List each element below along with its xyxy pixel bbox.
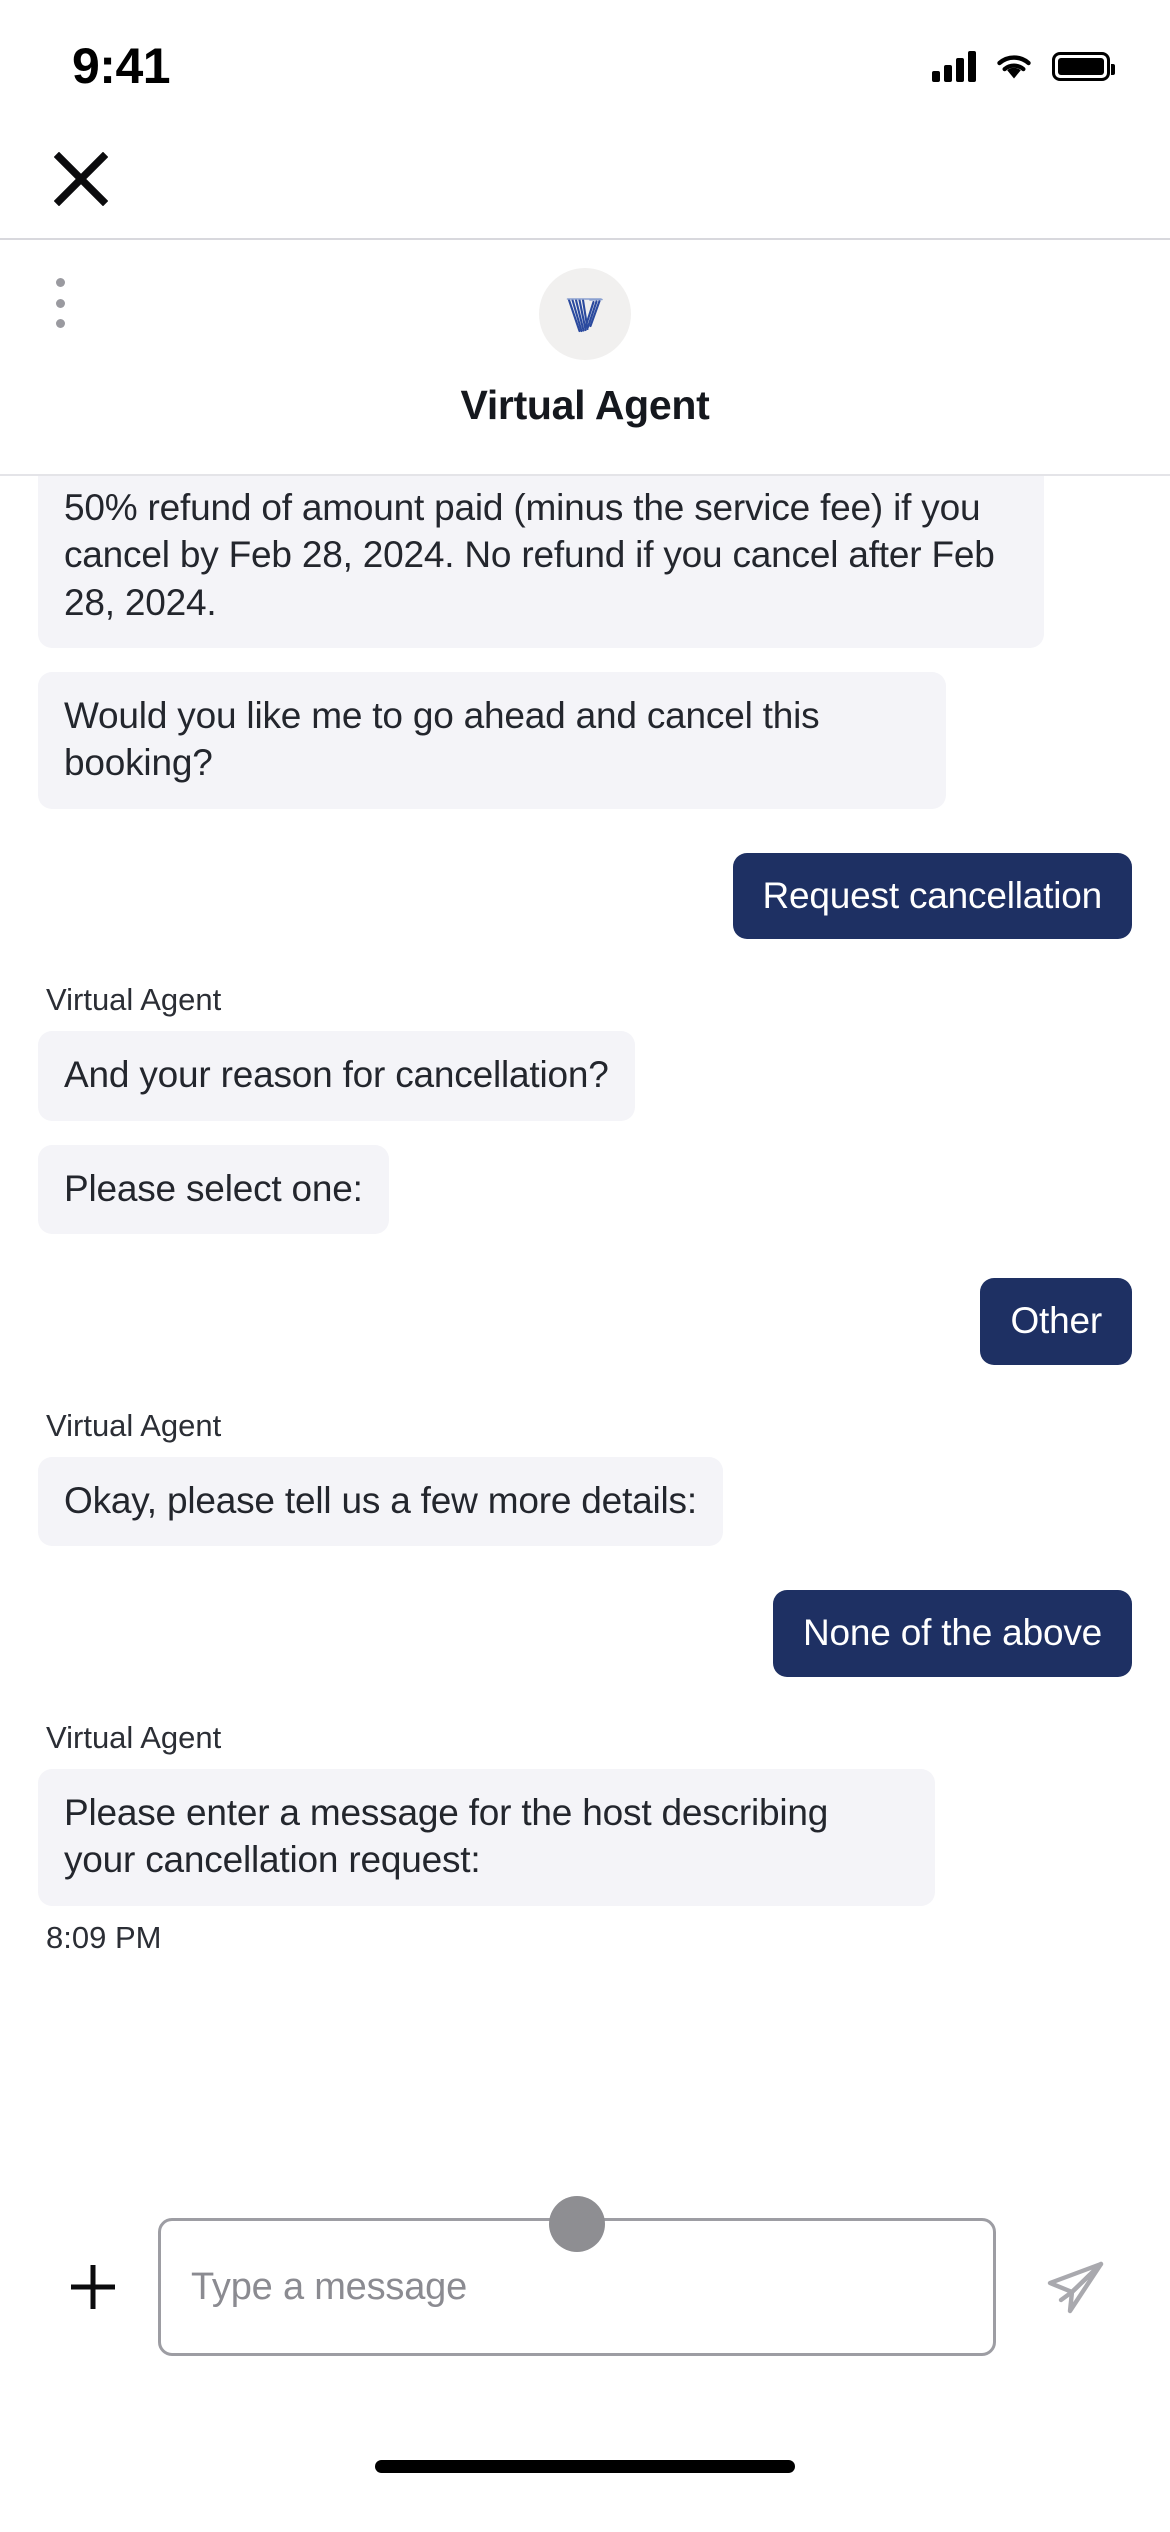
page-title: Virtual Agent [460,382,710,428]
agent-message-bubble: Would you like me to go ahead and cancel… [38,672,947,809]
chat-thread[interactable]: 50% refund of amount paid (minus the ser… [0,476,1170,2162]
sender-label-row: Virtual Agent [38,1719,1132,1755]
home-indicator-bar [375,2460,795,2473]
message-composer [0,2162,1170,2412]
reply-button-other[interactable]: Other [980,1278,1132,1365]
reply-button-request-cancellation[interactable]: Request cancellation [732,852,1132,940]
send-paper-plane-icon[interactable] [1028,2239,1124,2335]
agent-message-bubble: And your reason for cancellation? [38,1031,635,1121]
phone-screen: 9:41 Virtual Agent 50% refund of amount … [0,0,1170,2532]
status-bar: 9:41 [0,0,1170,120]
message-row: Okay, please tell us a few more details: [38,1456,1132,1547]
message-sender-label: Virtual Agent [46,982,222,1018]
message-row: Please select one: [38,1144,1132,1235]
message-row: None of the above [38,1590,1132,1677]
sender-label-row: Virtual Agent [38,983,1132,1017]
agent-message-bubble: Okay, please tell us a few more details: [38,1456,723,1547]
message-row: Would you like me to go ahead and cancel… [38,672,1132,809]
top-close-bar [0,120,1170,240]
status-bar-time: 9:41 [72,38,171,94]
plus-icon[interactable] [60,2254,126,2320]
agent-message-bubble: Please enter a message for the host desc… [38,1768,936,1906]
agent-header: Virtual Agent [0,240,1170,476]
message-sender-label: Virtual Agent [46,1719,222,1755]
message-row: And your reason for cancellation? [38,1031,1132,1121]
agent-message-bubble: 50% refund of amount paid (minus the ser… [38,476,1045,649]
message-sender-label: Virtual Agent [46,1407,222,1443]
home-indicator-area [0,2412,1170,2532]
agent-message-bubble: Please select one: [38,1144,389,1235]
cellular-signal-icon [932,50,976,82]
reply-button-none-of-the-above[interactable]: None of the above [773,1590,1132,1677]
sender-label-row: Virtual Agent [38,1407,1132,1443]
wifi-icon [997,55,1031,79]
battery-icon [1052,51,1115,81]
message-row: 50% refund of amount paid (minus the ser… [38,476,1132,649]
message-row: Other [38,1278,1132,1365]
kebab-menu-icon[interactable] [36,272,84,334]
message-row: Please enter a message for the host desc… [38,1768,1132,1906]
virtual-agent-avatar [539,268,631,360]
status-bar-icons [932,50,1115,82]
message-input-wrapper [158,2196,996,2356]
message-row: Request cancellation [38,852,1132,940]
timestamp-row: 8:09 PM [38,1920,1132,1956]
message-timestamp: 8:09 PM [46,1919,162,1955]
message-input[interactable] [158,2218,996,2356]
close-icon[interactable] [48,146,114,212]
